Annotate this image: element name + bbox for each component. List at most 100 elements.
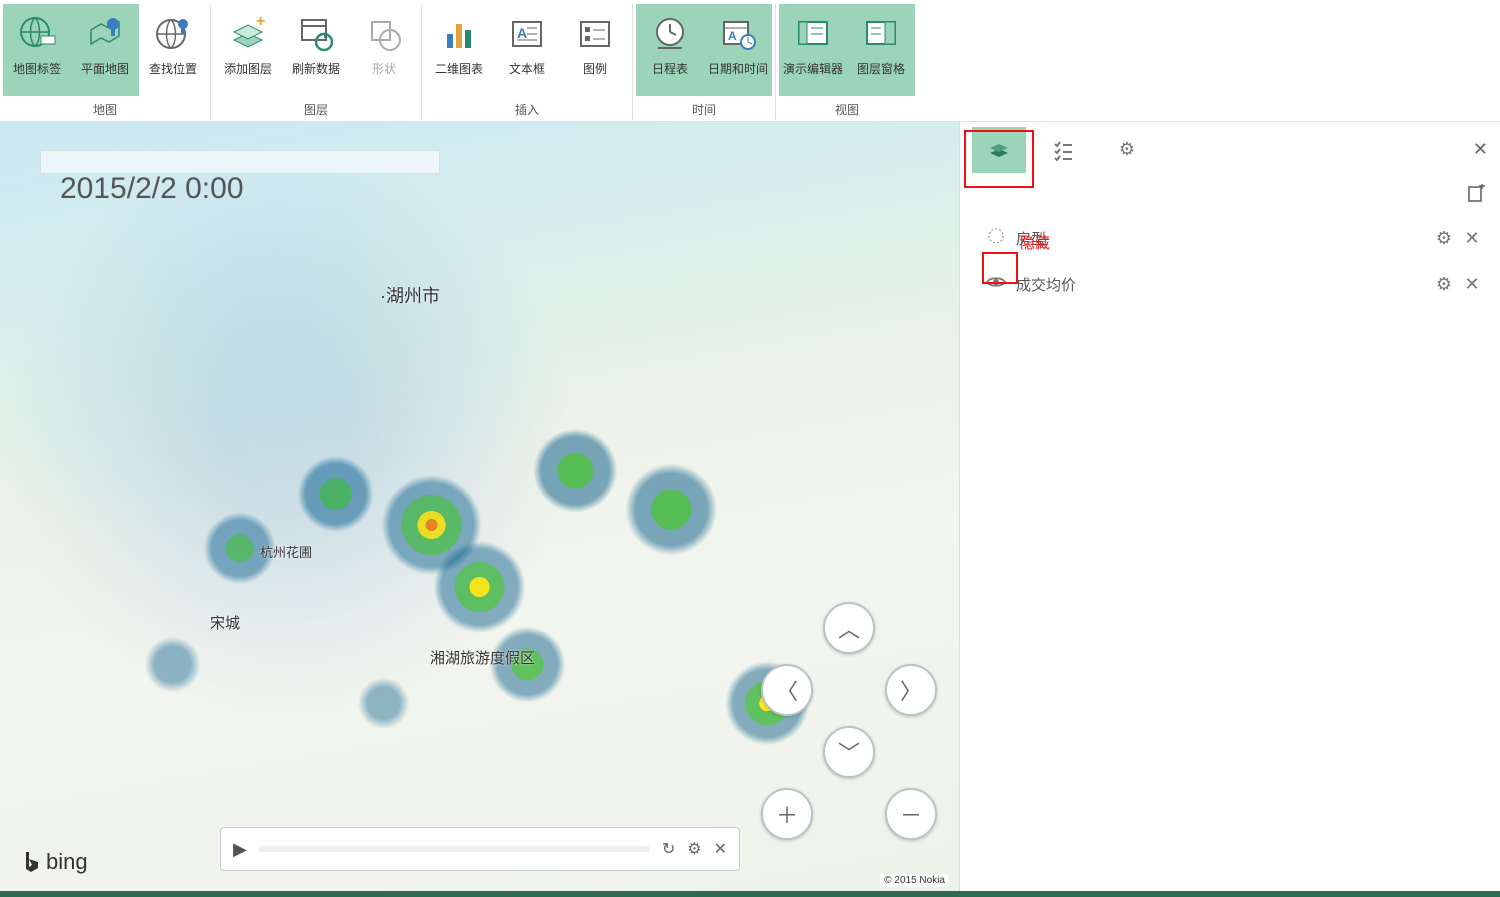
visibility-hidden-icon[interactable] bbox=[984, 227, 1008, 250]
map-timestamp: 2015/2/2 0:00 bbox=[60, 172, 244, 206]
clock-icon bbox=[646, 10, 694, 58]
textbox-label: 文本框 bbox=[509, 62, 545, 77]
ribbon-group-view-label: 视图 bbox=[835, 101, 859, 120]
nav-right-button[interactable]: 〉 bbox=[885, 664, 937, 716]
layer-name-avg-price: 成交均价 bbox=[1008, 274, 1430, 295]
layer-settings-button[interactable]: ⚙ bbox=[1430, 274, 1458, 295]
add-layer-plus-button[interactable] bbox=[1466, 184, 1486, 209]
ribbon-group-time-label: 时间 bbox=[692, 101, 716, 120]
shape-label: 形状 bbox=[372, 62, 396, 77]
add-layer-button[interactable]: + 添加图层 bbox=[214, 4, 282, 96]
playback-close-button[interactable]: ✕ bbox=[714, 839, 727, 859]
textbox-button[interactable]: A 文本框 bbox=[493, 4, 561, 96]
bing-b-icon bbox=[22, 850, 42, 874]
timeline-button[interactable]: 日程表 bbox=[636, 4, 704, 96]
find-location-button[interactable]: 查找位置 bbox=[139, 4, 207, 96]
presentation-editor-button[interactable]: 演示编辑器 bbox=[779, 4, 847, 96]
map-labels-button[interactable]: 地图标签 bbox=[3, 4, 71, 96]
globe-pin-icon bbox=[149, 10, 197, 58]
map-copyright: © 2015 Nokia bbox=[880, 874, 949, 887]
ribbon-group-insert: 二维图表 A 文本框 图例 插入 bbox=[422, 4, 633, 120]
ribbon-group-map-label: 地图 bbox=[93, 101, 117, 120]
ribbon-group-layers: + 添加图层 刷新数据 形状 图层 bbox=[211, 4, 422, 120]
ribbon-group-layers-label: 图层 bbox=[304, 101, 328, 120]
playback-track[interactable] bbox=[259, 846, 650, 852]
map-search-input[interactable] bbox=[40, 150, 440, 174]
layer-pane-icon bbox=[857, 10, 905, 58]
flat-map-button[interactable]: 平面地图 bbox=[71, 4, 139, 96]
map-viewport[interactable]: 2015/2/2 0:00 ·湖州市 湘湖旅游度假区 杭州花圃 宋城 ︿ 〈 〉… bbox=[0, 122, 960, 897]
annotation-highlight-1 bbox=[964, 130, 1034, 188]
chevron-left-icon: 〈 bbox=[776, 674, 798, 706]
chart-2d-label: 二维图表 bbox=[435, 62, 483, 77]
main-area: 2015/2/2 0:00 ·湖州市 湘湖旅游度假区 杭州花圃 宋城 ︿ 〈 〉… bbox=[0, 122, 1500, 897]
timeline-label: 日程表 bbox=[652, 62, 688, 77]
loop-button[interactable]: ↻ bbox=[662, 839, 675, 859]
ribbon-group-view: 演示编辑器 图层窗格 视图 bbox=[776, 4, 918, 120]
layer-row-avg-price[interactable]: 成交均价 ⚙ ✕ bbox=[960, 261, 1500, 307]
add-layer-icon: + bbox=[224, 10, 272, 58]
shape-button[interactable]: 形状 bbox=[350, 4, 418, 96]
playback-settings-button[interactable]: ⚙ bbox=[687, 839, 701, 859]
bing-text: bing bbox=[46, 849, 88, 875]
refresh-data-button[interactable]: 刷新数据 bbox=[282, 4, 350, 96]
layer-settings-button[interactable]: ⚙ bbox=[1430, 228, 1458, 249]
ribbon-group-insert-label: 插入 bbox=[515, 101, 539, 120]
legend-icon bbox=[571, 10, 619, 58]
zoom-out-button[interactable]: － bbox=[885, 788, 937, 840]
legend-label: 图例 bbox=[583, 62, 607, 77]
presentation-editor-label: 演示编辑器 bbox=[783, 62, 843, 77]
calendar-clock-icon: A bbox=[714, 10, 762, 58]
ribbon-group-map: 地图标签 平面地图 查找位置 地图 bbox=[0, 4, 211, 120]
layer-pane-label: 图层窗格 bbox=[857, 62, 905, 77]
play-button[interactable]: ▶ bbox=[233, 839, 247, 860]
add-page-icon bbox=[1466, 184, 1486, 204]
svg-text:+: + bbox=[256, 14, 265, 30]
map-labels-label: 地图标签 bbox=[13, 62, 61, 77]
globe-label-icon bbox=[13, 10, 61, 58]
minus-icon: － bbox=[900, 798, 922, 830]
side-panel-close-button[interactable]: ✕ bbox=[1473, 139, 1488, 160]
time-playback-bar: ▶ ↻ ⚙ ✕ bbox=[220, 827, 740, 871]
refresh-icon bbox=[292, 10, 340, 58]
ribbon-group-time: 日程表 A 日期和时间 时间 bbox=[633, 4, 776, 120]
presentation-icon bbox=[789, 10, 837, 58]
date-time-button[interactable]: A 日期和时间 bbox=[704, 4, 772, 96]
gear-icon: ⚙ bbox=[1119, 139, 1135, 160]
refresh-data-label: 刷新数据 bbox=[292, 62, 340, 77]
layer-remove-button[interactable]: ✕ bbox=[1458, 274, 1486, 295]
add-layer-row bbox=[960, 178, 1500, 215]
annotation-highlight-2 bbox=[982, 252, 1018, 284]
flat-map-icon bbox=[81, 10, 129, 58]
plus-icon: ＋ bbox=[776, 798, 798, 830]
chevron-right-icon: 〉 bbox=[900, 674, 922, 706]
map-nav-controls: ︿ 〈 〉 ﹀ ＋ － bbox=[761, 602, 939, 842]
side-tab-settings[interactable]: ⚙ bbox=[1100, 127, 1154, 173]
nav-up-button[interactable]: ︿ bbox=[823, 602, 875, 654]
date-time-label: 日期和时间 bbox=[708, 62, 768, 77]
bing-logo: bing bbox=[22, 849, 88, 875]
nav-down-button[interactable]: ﹀ bbox=[823, 726, 875, 778]
list-check-icon bbox=[1052, 139, 1074, 161]
annotation-hide-label: 隐藏 bbox=[1020, 232, 1050, 253]
layer-remove-button[interactable]: ✕ bbox=[1458, 228, 1486, 249]
flat-map-label: 平面地图 bbox=[81, 62, 129, 77]
chevron-up-icon: ︿ bbox=[838, 612, 860, 644]
footer-bar bbox=[0, 891, 1500, 897]
svg-text:A: A bbox=[517, 25, 527, 41]
svg-text:A: A bbox=[728, 29, 737, 43]
textbox-icon: A bbox=[503, 10, 551, 58]
find-location-label: 查找位置 bbox=[149, 62, 197, 77]
side-toolbar: ⚙ ✕ bbox=[960, 122, 1500, 178]
ribbon: 地图标签 平面地图 查找位置 地图 + 添加图层 bbox=[0, 0, 1500, 122]
chart-2d-button[interactable]: 二维图表 bbox=[425, 4, 493, 96]
nav-left-button[interactable]: 〈 bbox=[761, 664, 813, 716]
legend-button[interactable]: 图例 bbox=[561, 4, 629, 96]
zoom-in-button[interactable]: ＋ bbox=[761, 788, 813, 840]
chevron-down-icon: ﹀ bbox=[838, 736, 860, 768]
layer-pane-button[interactable]: 图层窗格 bbox=[847, 4, 915, 96]
add-layer-label: 添加图层 bbox=[224, 62, 272, 77]
shape-icon bbox=[360, 10, 408, 58]
side-tab-list[interactable] bbox=[1036, 127, 1090, 173]
layer-name-room-type: 房型 bbox=[1008, 228, 1430, 249]
